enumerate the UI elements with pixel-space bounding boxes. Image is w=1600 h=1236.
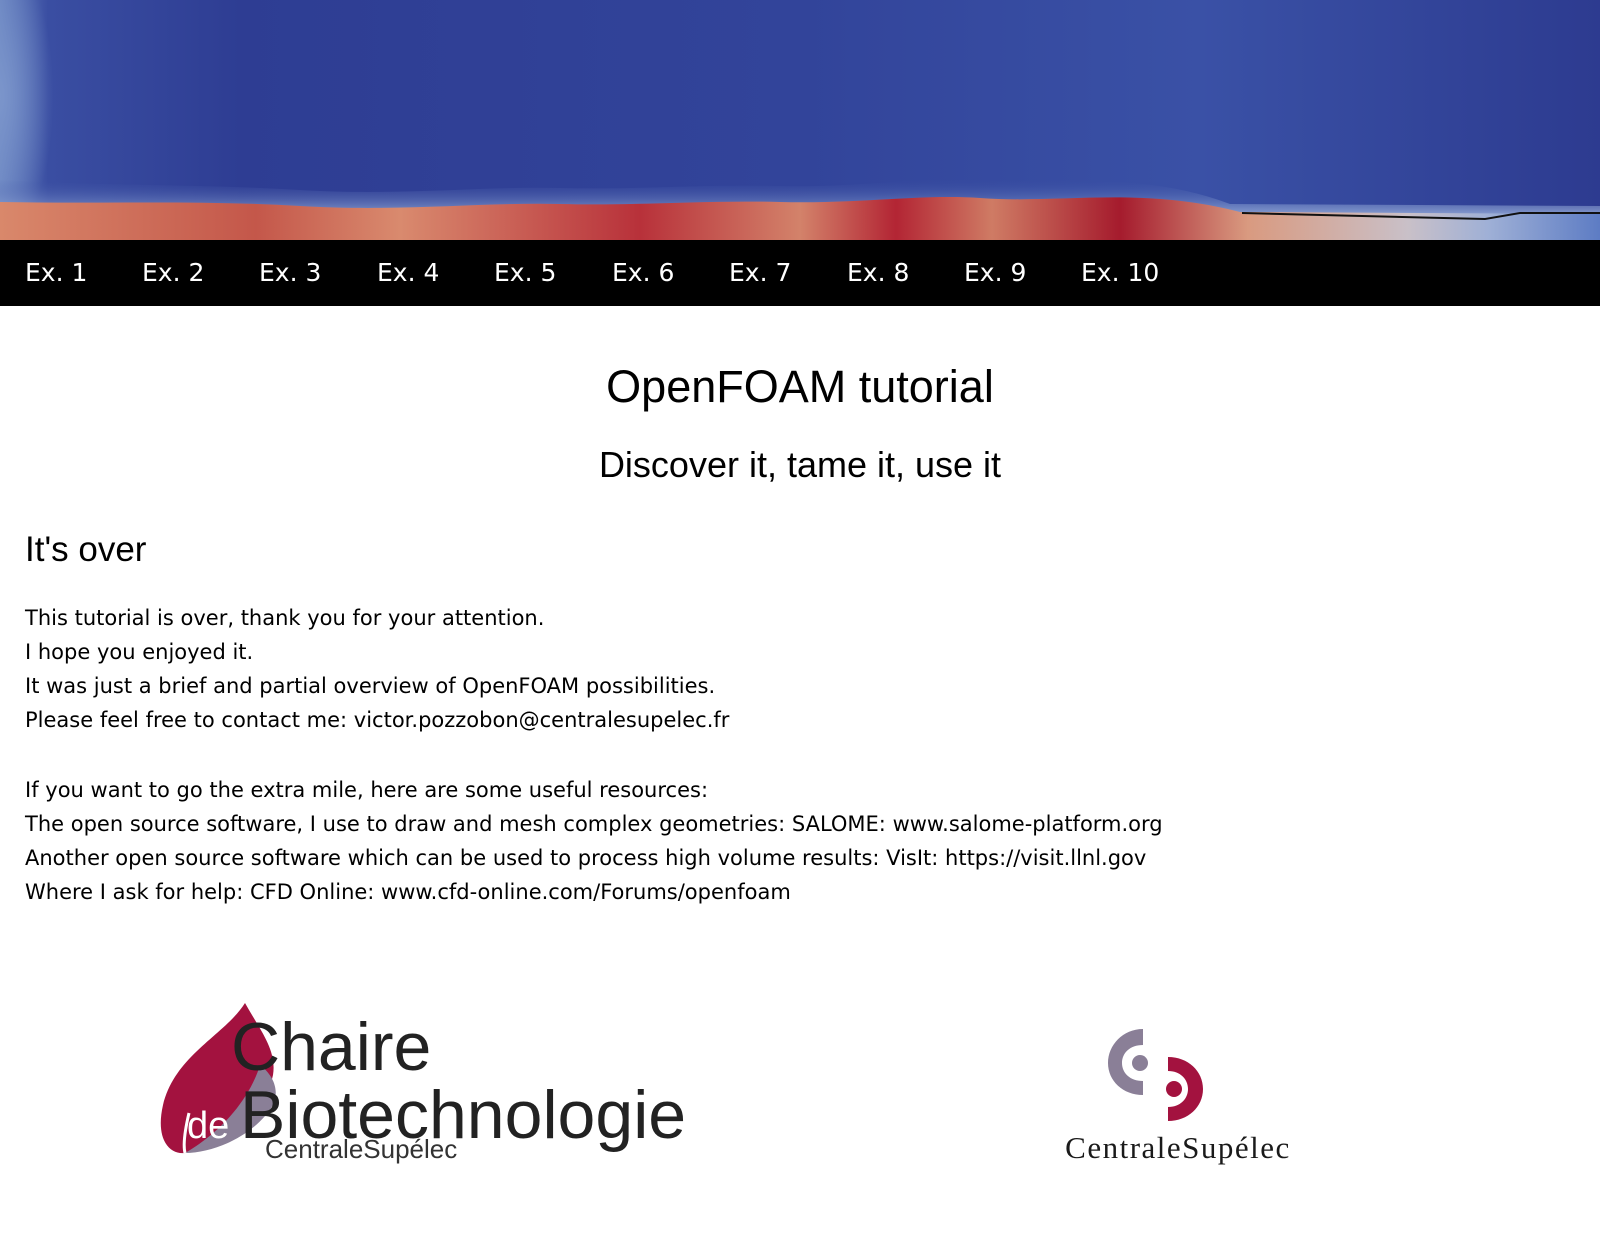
nav-link-ex-1[interactable]: Ex. 1 xyxy=(25,240,87,306)
closing-paragraph: This tutorial is over, thank you for you… xyxy=(25,601,729,737)
centralesupelec-emblem-icon: CentraleSupélec xyxy=(1065,1029,1291,1165)
nav-link-ex-9[interactable]: Ex. 9 xyxy=(964,240,1026,306)
resource-line-salome: The open source software, I use to draw … xyxy=(25,812,1163,836)
centralesupelec-small: CentraleSupélec xyxy=(265,1134,457,1164)
nav-link-ex-6[interactable]: Ex. 6 xyxy=(612,240,674,306)
header-banner-image xyxy=(0,0,1600,240)
de-word: de xyxy=(187,1105,229,1147)
top-navigation-bar: Ex. 1 Ex. 2 Ex. 3 Ex. 4 Ex. 5 Ex. 6 Ex. … xyxy=(0,240,1600,306)
nav-link-ex-4[interactable]: Ex. 4 xyxy=(377,240,439,306)
text-line: It was just a brief and partial overview… xyxy=(25,674,716,698)
chaire-word: Chaire xyxy=(231,1009,431,1085)
resources-paragraph: If you want to go the extra mile, here a… xyxy=(25,773,1163,909)
contact-line: Please feel free to contact me: victor.p… xyxy=(25,708,730,732)
nav-link-ex-7[interactable]: Ex. 7 xyxy=(729,240,791,306)
text-line: I hope you enjoyed it. xyxy=(25,640,254,664)
nav-link-ex-5[interactable]: Ex. 5 xyxy=(494,240,556,306)
centralesupelec-logo: CentraleSupélec xyxy=(1038,1023,1318,1168)
nav-link-ex-3[interactable]: Ex. 3 xyxy=(259,240,321,306)
nav-link-ex-10[interactable]: Ex. 10 xyxy=(1081,240,1159,306)
chaire-biotechnologie-logo: Chaire de Biotechnologie CentraleSupélec xyxy=(155,995,700,1190)
flow-field-visualization xyxy=(0,0,1600,240)
text-line: This tutorial is over, thank you for you… xyxy=(25,606,545,630)
text-line: If you want to go the extra mile, here a… xyxy=(25,778,709,802)
nav-link-ex-8[interactable]: Ex. 8 xyxy=(847,240,909,306)
page-title: OpenFOAM tutorial xyxy=(606,361,994,412)
section-heading: It's over xyxy=(25,530,147,569)
nav-link-ex-2[interactable]: Ex. 2 xyxy=(142,240,204,306)
resource-line-cfd-online: Where I ask for help: CFD Online: www.cf… xyxy=(25,880,791,904)
page-subtitle: Discover it, tame it, use it xyxy=(598,444,1002,485)
leaf-logo-icon: Chaire de Biotechnologie CentraleSupélec xyxy=(160,1003,686,1164)
resource-line-visit: Another open source software which can b… xyxy=(25,846,1147,870)
centralesupelec-wordmark: CentraleSupélec xyxy=(1065,1130,1291,1165)
